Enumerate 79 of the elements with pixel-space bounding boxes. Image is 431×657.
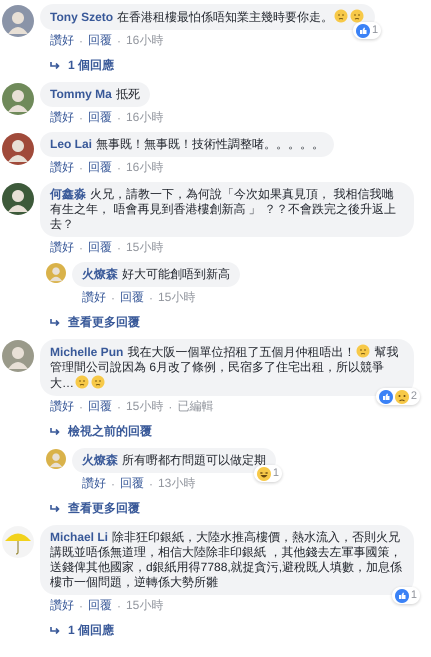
comment-text: 何鑫淼 火兄，請教一下，為何說「今次如果真見頂， 我相信我哋有生之年， 唔會再見到香港樓創新高 」 ？？不會跌完之後升返上去？ — [50, 187, 398, 232]
emoji-icon — [350, 9, 364, 23]
like-icon — [378, 390, 393, 404]
laughing-face-icon — [256, 466, 271, 480]
separator-dot: · — [111, 290, 115, 304]
separator-dot: · — [79, 400, 83, 414]
comment-text: 火燎森 所有嘢都冇問題可以做定期 — [82, 453, 266, 468]
emoji-icon — [75, 375, 89, 389]
reaction-count: 2 — [410, 389, 417, 404]
author-name[interactable]: Michelle Pun — [50, 345, 124, 359]
like-icon — [394, 588, 409, 602]
view-replies-text: 檢視之前的回覆 — [68, 423, 152, 440]
author-name[interactable]: Leo Lai — [50, 137, 92, 151]
author-name[interactable]: 何鑫淼 — [50, 187, 86, 201]
separator-dot: · — [117, 400, 121, 414]
like-link[interactable]: 讚好 — [50, 32, 74, 49]
reply-link[interactable]: 回覆 — [120, 475, 144, 492]
view-replies-link[interactable]: 查看更多回覆 — [2, 500, 431, 517]
view-replies-text: 查看更多回覆 — [68, 314, 140, 331]
reply-arrow-icon — [50, 62, 60, 70]
view-replies-link[interactable]: 查看更多回覆 — [2, 314, 431, 331]
view-replies-text: 1 個回應 — [68, 622, 114, 639]
comment-text: Michael Li 除非狂印銀紙，大陸水推高樓價，熱水流入，否則火兄講既並唔係無道理，相信大陸除非印銀紙 ，其他錢去左軍事國策，送錢俾其他國家，d銀紙用得7788,就捉貪污,避稅既人填數，加息係樓市一個問題，逆轉係大勢所雛 — [50, 530, 404, 590]
separator-dot: · — [149, 476, 153, 490]
separator-dot: · — [79, 110, 83, 124]
separator-dot: · — [79, 598, 83, 612]
like-link[interactable]: 讚好 — [82, 475, 106, 492]
like-link[interactable]: 讚好 — [50, 239, 74, 256]
comment-text: Tony Szeto 在香港租樓最怕係唔知業主幾時要你走。 — [50, 9, 366, 25]
reply-link[interactable]: 回覆 — [88, 32, 112, 49]
edited-label: 已編輯 — [177, 398, 214, 415]
comment-text: Michelle Pun 我在大阪一個單位招租了五個月仲租唔出！ 幫我管理間公司說因為 6月改了條例，民宿多了住宅出租，所以競爭大… — [50, 344, 400, 391]
reply-arrow-icon — [50, 504, 60, 512]
reply-arrow-icon — [50, 626, 60, 634]
reaction-count: 1 — [372, 23, 378, 38]
reply-link[interactable]: 回覆 — [120, 289, 144, 306]
reaction-count: 1 — [410, 588, 417, 603]
like-link[interactable]: 讚好 — [50, 159, 74, 176]
comment-text: Tommy Ma 抵死 — [50, 87, 140, 102]
reply-link[interactable]: 回覆 — [88, 597, 112, 614]
emoji-icon — [356, 344, 370, 358]
comment-text: 火燎森 好大可能創唔到新高 — [82, 267, 230, 282]
reply-link[interactable]: 回覆 — [88, 109, 112, 126]
author-name[interactable]: Michael Li — [50, 530, 108, 544]
author-name[interactable]: 火燎森 — [82, 267, 118, 281]
separator-dot: · — [117, 34, 121, 48]
like-icon — [356, 24, 370, 38]
separator-dot: · — [79, 34, 83, 48]
like-link[interactable]: 讚好 — [50, 109, 74, 126]
reply-link[interactable]: 回覆 — [88, 398, 112, 415]
separator-dot: · — [117, 110, 121, 124]
emoji-icon — [334, 9, 348, 23]
separator-dot: · — [117, 240, 121, 254]
separator-dot: · — [117, 160, 121, 174]
author-name[interactable]: Tony Szeto — [50, 10, 114, 24]
reply-arrow-icon — [50, 428, 60, 436]
like-link[interactable]: 讚好 — [82, 289, 106, 306]
like-link[interactable]: 讚好 — [50, 398, 74, 415]
separator-dot: · — [149, 290, 153, 304]
view-replies-link[interactable]: 檢視之前的回覆 — [2, 423, 431, 440]
reaction-count: 1 — [272, 466, 279, 481]
sad-face-icon — [394, 390, 409, 404]
reply-arrow-icon — [50, 318, 60, 326]
separator-dot: · — [117, 598, 121, 612]
reply-link[interactable]: 回覆 — [88, 239, 112, 256]
separator-dot: · — [111, 476, 115, 490]
emoji-icon — [91, 375, 105, 389]
separator-dot: · — [79, 240, 83, 254]
separator-dot: · — [79, 160, 83, 174]
view-replies-text: 1 個回應 — [68, 57, 114, 74]
author-name[interactable]: 火燎森 — [82, 453, 118, 467]
view-replies-link[interactable]: 1 個回應 — [2, 57, 431, 74]
comment-text: Leo Lai 無事既！無事既！技術性調整啫。。。。。 — [50, 137, 324, 152]
author-name[interactable]: Tommy Ma — [50, 87, 112, 101]
view-replies-link[interactable]: 1 個回應 — [2, 622, 431, 639]
like-link[interactable]: 讚好 — [50, 597, 74, 614]
reply-link[interactable]: 回覆 — [88, 159, 112, 176]
view-replies-text: 查看更多回覆 — [68, 500, 140, 517]
separator-dot: · — [168, 400, 172, 414]
